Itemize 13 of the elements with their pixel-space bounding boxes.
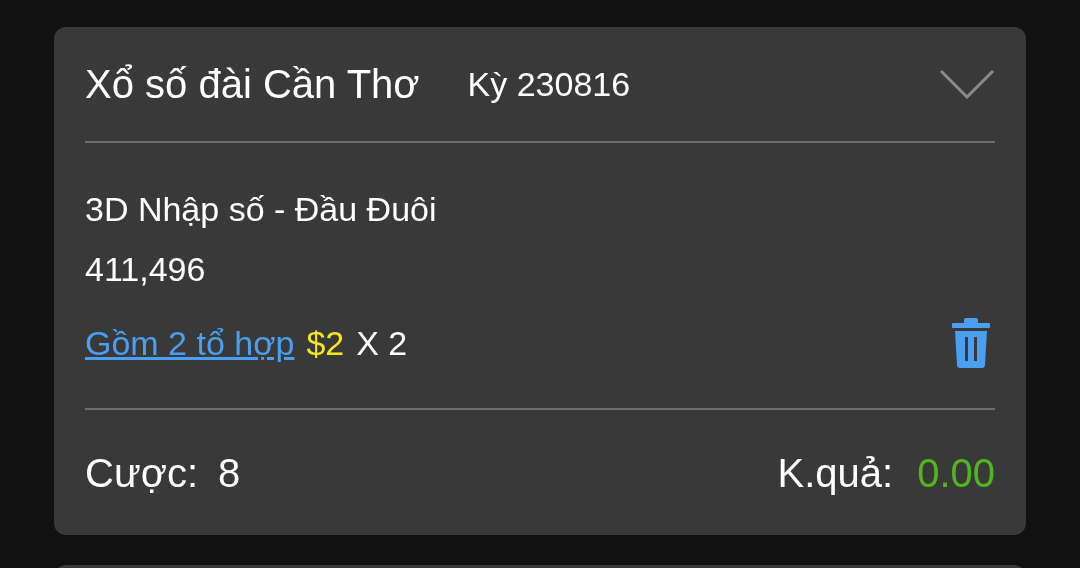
result-label: K.quả: — [777, 449, 894, 497]
multiplier: X 2 — [356, 323, 408, 363]
trash-icon[interactable] — [951, 317, 991, 369]
lottery-title: Xổ số đài Cần Thơ — [85, 61, 420, 108]
combination-link[interactable]: Gồm 2 tổ hợp — [85, 323, 295, 363]
bet-numbers: 411,496 — [85, 249, 206, 289]
period-label: Kỳ 230816 — [467, 63, 631, 105]
result-value: 0.00 — [917, 449, 995, 497]
bet-type: 3D Nhập số - Đầu Đuôi — [85, 189, 437, 229]
stake-amount: $2 — [306, 323, 345, 363]
bet-count: 8 — [218, 449, 241, 497]
bet-label: Cược: — [85, 449, 198, 497]
chevron-down-icon[interactable] — [939, 68, 995, 100]
